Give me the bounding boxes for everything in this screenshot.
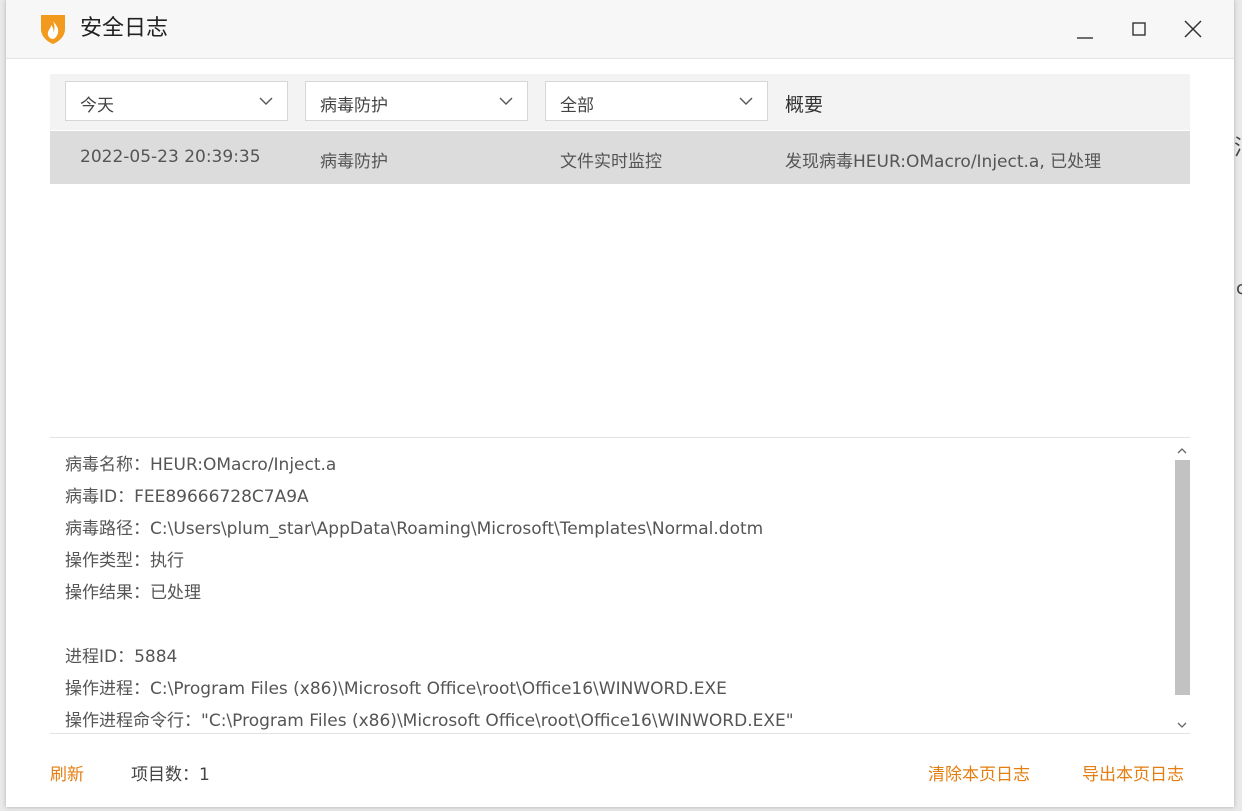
chevron-down-icon [259,97,273,105]
log-type: 病毒防护 [320,152,388,172]
scroll-down-icon[interactable] [1176,720,1188,730]
detail-virus-path: 病毒路径：C:\Users\plum_star\AppData\Roaming\… [65,519,764,539]
close-button[interactable] [1178,14,1208,44]
detail-cmdline: 操作进程命令行："C:\Program Files (x86)\Microsof… [65,711,794,731]
refresh-link[interactable]: 刷新 [50,760,84,785]
clear-log-link[interactable]: 清除本页日志 [928,760,1030,785]
chevron-down-icon [739,97,753,105]
detail-pid: 进程ID：5884 [65,647,178,667]
log-source: 文件实时监控 [560,152,662,172]
item-count: 项目数：1 [131,765,210,785]
category-filter-value: 病毒防护 [320,96,388,116]
title-bar: 安全日志 [6,0,1234,59]
category-filter-select[interactable]: 病毒防护 [305,81,528,121]
scope-filter-value: 全部 [560,96,594,116]
export-log-link[interactable]: 导出本页日志 [1082,760,1184,785]
log-row[interactable]: 2022-05-23 20:39:35 病毒防护 文件实时监控 发现病毒HEUR… [50,131,1190,184]
scroll-up-icon[interactable] [1176,446,1188,456]
log-summary: 发现病毒HEUR:OMacro/Inject.a, 已处理 [785,152,1102,172]
detail-virus-name: 病毒名称：HEUR:OMacro/Inject.a [65,455,337,475]
log-detail-panel[interactable]: 病毒名称：HEUR:OMacro/Inject.a 病毒ID：FEE896667… [50,437,1190,734]
date-filter-select[interactable]: 今天 [65,81,288,121]
summary-column-header: 概要 [785,94,824,116]
log-time: 2022-05-23 20:39:35 [80,147,261,167]
background-window-fragment: c [1236,278,1242,299]
detail-virus-id: 病毒ID：FEE89666728C7A9A [65,487,309,507]
minimize-icon [1077,37,1093,39]
scrollbar-thumb[interactable] [1175,460,1190,695]
detail-op-result: 操作结果：已处理 [65,583,201,603]
minimize-button[interactable] [1070,14,1100,44]
detail-process: 操作进程：C:\Program Files (x86)\Microsoft Of… [65,679,727,699]
window-title: 安全日志 [80,16,169,41]
maximize-button[interactable] [1124,14,1154,44]
shield-flame-icon [41,15,65,44]
date-filter-value: 今天 [80,96,114,116]
maximize-icon [1132,22,1146,36]
filter-bar: 今天 病毒防护 全部 概要 [50,74,1190,130]
background-window-fragment: 消 [1234,130,1242,162]
chevron-down-icon [499,97,513,105]
security-log-window: 安全日志 今天 病毒防护 全部 概要 2022-05-23 20:39:35 病… [6,0,1234,807]
detail-op-type: 操作类型：执行 [65,551,184,571]
scope-filter-select[interactable]: 全部 [545,81,768,121]
close-icon [1184,20,1202,38]
